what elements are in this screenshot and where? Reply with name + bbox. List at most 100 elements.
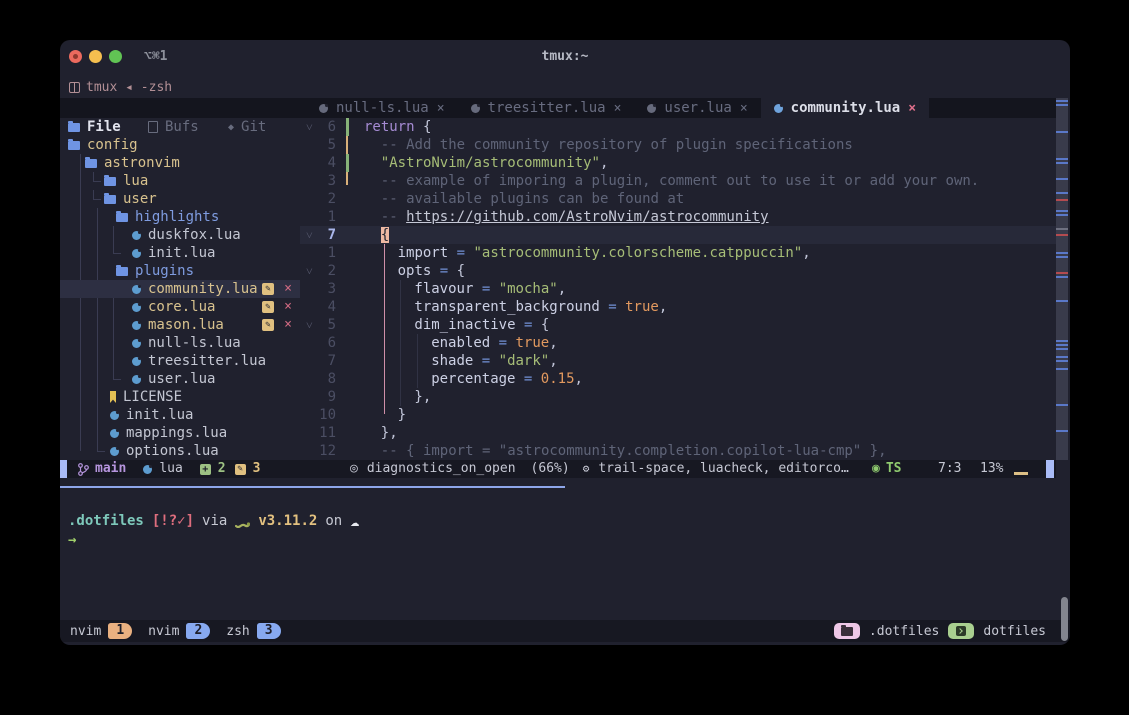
indent-guide: [417, 334, 418, 388]
code-text: dim_inactive = {: [364, 316, 549, 334]
unsaved-close-icon[interactable]: ×: [284, 300, 292, 314]
unsaved-close-icon[interactable]: ×: [284, 318, 292, 332]
tree-item-mason-lua[interactable]: mason.lua✎×: [60, 316, 300, 334]
code-token: =: [457, 245, 465, 261]
tree-item-user[interactable]: user: [60, 190, 300, 208]
git-branch[interactable]: main: [78, 460, 126, 478]
code-token: [415, 119, 423, 135]
tree-item-init-lua[interactable]: init.lua: [60, 406, 300, 424]
buffer-tab[interactable]: user.lua×: [634, 98, 760, 118]
tree-item-init-lua[interactable]: init.lua: [60, 244, 300, 262]
folder-icon: [85, 159, 97, 168]
scrollbar-mark: [1056, 100, 1068, 102]
via-label: via: [202, 513, 227, 529]
close-buffer-icon[interactable]: ×: [740, 101, 748, 116]
diagnostics-label[interactable]: diagnostics_on_open: [367, 460, 516, 478]
code-token: true: [516, 335, 550, 351]
code-token: =: [516, 317, 541, 333]
code-text: -- https://github.com/AstroNvim/astrocom…: [364, 208, 769, 226]
code-text: enabled = true,: [364, 334, 558, 352]
close-buffer-icon[interactable]: ×: [908, 101, 916, 116]
scrollbar-mark: [1056, 368, 1068, 370]
tree-item-LICENSE[interactable]: LICENSE: [60, 388, 300, 406]
lua-icon: [132, 339, 141, 348]
tree-item-label: mappings.lua: [126, 425, 227, 441]
code-line: 11},: [300, 424, 1056, 442]
code-token: percentage: [431, 371, 515, 387]
line-number: 5: [300, 316, 336, 334]
lua-icon: [132, 285, 141, 294]
scrollbar-mark: [1056, 360, 1068, 362]
code-token: =: [440, 263, 448, 279]
tab-git[interactable]: ◆ Git: [228, 118, 266, 136]
git-status-flags: [!?✓]: [152, 513, 194, 529]
tree-item-user-lua[interactable]: user.lua: [60, 370, 300, 388]
line-number: 2: [300, 190, 336, 208]
scrollbar-mark: [1056, 234, 1068, 236]
tmux-session-info: .dotfiles dotfiles: [834, 620, 1046, 642]
code-token: "AstroNvim/astrocommunity": [381, 155, 600, 171]
buffer-tab[interactable]: null-ls.lua×: [306, 98, 458, 118]
tmux-window-list: nvim1 nvim2 zsh3: [70, 620, 281, 642]
code-token: ,: [549, 335, 557, 351]
code-token: true: [625, 299, 659, 315]
scrollbar-mark: [1056, 178, 1068, 180]
line-number: 3: [300, 280, 336, 298]
tree-item-mappings-lua[interactable]: mappings.lua: [60, 424, 300, 442]
code-token: -- { import = "astrocommunity.completion…: [381, 443, 887, 459]
tree-item-core-lua[interactable]: core.lua✎×: [60, 298, 300, 316]
code-token: -- available plugins can be found at: [381, 191, 684, 207]
terminal-scrollbar-thumb[interactable]: [1061, 597, 1068, 641]
tab-file[interactable]: File: [68, 118, 121, 136]
code-text: import = "astrocommunity.colorscheme.cat…: [364, 244, 811, 262]
scrollbar-mark: [1056, 272, 1068, 274]
close-buffer-icon[interactable]: ×: [437, 101, 445, 116]
filetype-indicator: lua: [143, 460, 182, 478]
tree-item-label: init.lua: [126, 407, 193, 423]
buffer-tab[interactable]: treesitter.lua×: [458, 98, 635, 118]
code-text: },: [364, 424, 398, 442]
tab-bufs[interactable]: Bufs: [148, 118, 199, 136]
code-text: "AstroNvim/astrocommunity",: [364, 154, 608, 172]
tree-item-options-lua[interactable]: options.lua: [60, 442, 300, 460]
line-number: 9: [300, 388, 336, 406]
tree-item-duskfox-lua[interactable]: duskfox.lua: [60, 226, 300, 244]
lua-icon: [132, 357, 141, 366]
editor-scrollbar[interactable]: [1056, 98, 1068, 460]
unsaved-close-icon[interactable]: ×: [284, 282, 292, 296]
lua-icon: [143, 465, 152, 474]
tree-item-astronvim[interactable]: astronvim: [60, 154, 300, 172]
session-name-chip: [948, 623, 974, 639]
tree-item-highlights[interactable]: highlights: [60, 208, 300, 226]
scrollbar-mark: [1056, 340, 1068, 342]
lua-icon: [110, 429, 119, 438]
buffer-tab[interactable]: community.lua×: [761, 98, 929, 118]
tree-item-label: LICENSE: [123, 389, 182, 405]
tree-item-label: config: [87, 137, 138, 153]
prompt-arrow[interactable]: →: [68, 532, 76, 548]
tree-item-treesitter-lua[interactable]: treesitter.lua: [60, 352, 300, 370]
tree-item-lua[interactable]: lua: [60, 172, 300, 190]
tree-item-plugins[interactable]: plugins: [60, 262, 300, 280]
tmux-pane-border[interactable]: [60, 486, 565, 488]
tree-item-null-ls-lua[interactable]: null-ls.lua: [60, 334, 300, 352]
close-buffer-icon[interactable]: ×: [614, 101, 622, 116]
code-token: "astrocommunity.colorscheme.catppuccin": [473, 245, 802, 261]
tmux-status-bar: nvim1 nvim2 zsh3 .dotfiles dotfiles: [60, 620, 1070, 642]
line-number: 3: [300, 172, 336, 190]
tree-item-config[interactable]: config: [60, 136, 300, 154]
tmux-window-number: 1: [108, 623, 132, 639]
scroll-percent: 13%: [980, 460, 1003, 478]
code-editor[interactable]: ˅6return {5-- Add the community reposito…: [300, 118, 1056, 460]
tmux-window-1[interactable]: nvim1: [70, 623, 132, 639]
code-token: return: [364, 119, 415, 135]
tree-item-community-lua[interactable]: community.lua✎×: [60, 280, 300, 298]
terminal-tab[interactable]: tmux ◂ -zsh: [69, 78, 172, 96]
line-number: 1: [300, 208, 336, 226]
code-line: 4transparent_background = true,: [300, 298, 1056, 316]
tmux-window-2[interactable]: nvim2: [148, 623, 210, 639]
tmux-window-3[interactable]: zsh3: [226, 623, 280, 639]
code-line: ˅6return {: [300, 118, 1056, 136]
shell-prompt-status: .dotfiles [!?✓] via v3.11.2 on ☁: [68, 512, 359, 530]
code-text: },: [364, 388, 431, 406]
